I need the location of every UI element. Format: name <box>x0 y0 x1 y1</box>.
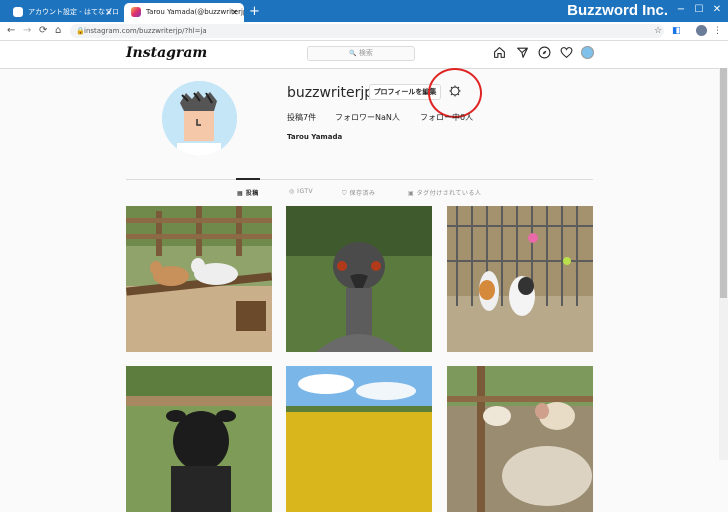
tab-posts[interactable]: ▦ 投稿 <box>237 188 259 197</box>
post-cats[interactable] <box>447 206 593 352</box>
page-scrollbar-thumb[interactable] <box>720 68 727 298</box>
new-tab-button[interactable]: + <box>249 3 260 21</box>
lock-icon[interactable]: 🔒 <box>76 27 85 35</box>
instagram-logo[interactable]: Instagram <box>126 45 207 61</box>
browser-tab-instagram[interactable]: Tarou Yamada(@buzzwriterjp) • ✕ <box>124 3 244 22</box>
close-window-button[interactable]: ✕ <box>708 0 726 20</box>
profile-avatar[interactable] <box>581 46 594 59</box>
post-goats[interactable] <box>126 206 272 352</box>
tab-label: Tarou Yamada(@buzzwriterjp) • <box>146 8 244 16</box>
tab-tagged[interactable]: ▣ タグ付けされている人 <box>408 188 481 197</box>
post-sheep[interactable] <box>447 366 593 512</box>
brand-watermark: Buzzword Inc. <box>567 2 668 19</box>
profile-username: buzzwriterjp <box>287 85 374 101</box>
bookmark-icon: ⛉ <box>342 190 348 197</box>
tabs-divider <box>126 179 593 180</box>
followers-link[interactable]: フォロワーNaN人 <box>335 112 400 123</box>
explore-icon[interactable] <box>538 46 551 59</box>
avatar-illustration <box>162 81 237 156</box>
maximize-button[interactable]: ☐ <box>690 0 708 20</box>
tab-tagged-label: タグ付けされている人 <box>416 190 482 197</box>
sheep-photo <box>447 366 593 512</box>
search-input[interactable]: 🔍 検索 <box>307 46 415 61</box>
search-placeholder: 検索 <box>358 49 373 57</box>
activity-heart-icon[interactable] <box>560 46 573 59</box>
goats-photo <box>126 206 272 352</box>
home-browser-icon[interactable]: ⌂ <box>55 22 61 40</box>
active-tab-indicator <box>236 178 260 180</box>
instagram-favicon <box>131 7 141 17</box>
tab-saved[interactable]: ⛉ 保存済み <box>342 188 375 198</box>
tab-posts-label: 投稿 <box>245 190 259 197</box>
back-icon[interactable]: ← <box>7 22 15 40</box>
post-flower-field[interactable] <box>286 366 432 512</box>
profile-picture[interactable] <box>162 81 237 156</box>
tagged-icon: ▣ <box>408 190 415 197</box>
tab-igtv[interactable]: ◎ IGTV <box>289 188 313 195</box>
url-field[interactable]: instagram.com/buzzwriterjp/?hl=ja <box>70 24 664 38</box>
flower-field-photo <box>286 366 432 512</box>
cats-photo <box>447 206 593 352</box>
menu-icon[interactable]: ⋮ <box>713 24 722 38</box>
igtv-icon: ◎ <box>289 188 295 195</box>
direct-icon[interactable] <box>516 46 529 59</box>
close-tab-icon[interactable]: ✕ <box>231 3 238 22</box>
grid-icon: ▦ <box>237 190 244 197</box>
post-black-sheep[interactable] <box>126 366 272 512</box>
home-icon[interactable] <box>493 46 506 59</box>
extension-icon[interactable]: ◧ <box>672 24 681 38</box>
hatena-favicon <box>13 7 23 17</box>
forward-icon[interactable]: → <box>23 22 31 40</box>
browser-tab-hatena[interactable]: アカウント設定 - はてなブログ ✕ <box>6 3 118 22</box>
bookmark-star-icon[interactable]: ☆ <box>654 24 662 38</box>
tab-saved-label: 保存済み <box>349 190 376 197</box>
tab-igtv-label: IGTV <box>297 188 314 195</box>
following-link[interactable]: フォロー中0人 <box>420 112 473 123</box>
close-tab-icon[interactable]: ✕ <box>105 3 112 22</box>
black-sheep-photo <box>126 366 272 512</box>
post-emu[interactable] <box>286 206 432 352</box>
emu-photo <box>286 206 432 352</box>
profile-full-name: Tarou Yamada <box>287 133 343 141</box>
search-icon: 🔍 <box>349 50 357 57</box>
highlight-circle <box>428 68 482 118</box>
posts-count: 投稿7件 <box>287 113 317 122</box>
minimize-button[interactable]: − <box>672 0 690 20</box>
reload-icon[interactable]: ⟳ <box>39 22 47 40</box>
browser-profile-icon[interactable] <box>696 25 707 36</box>
